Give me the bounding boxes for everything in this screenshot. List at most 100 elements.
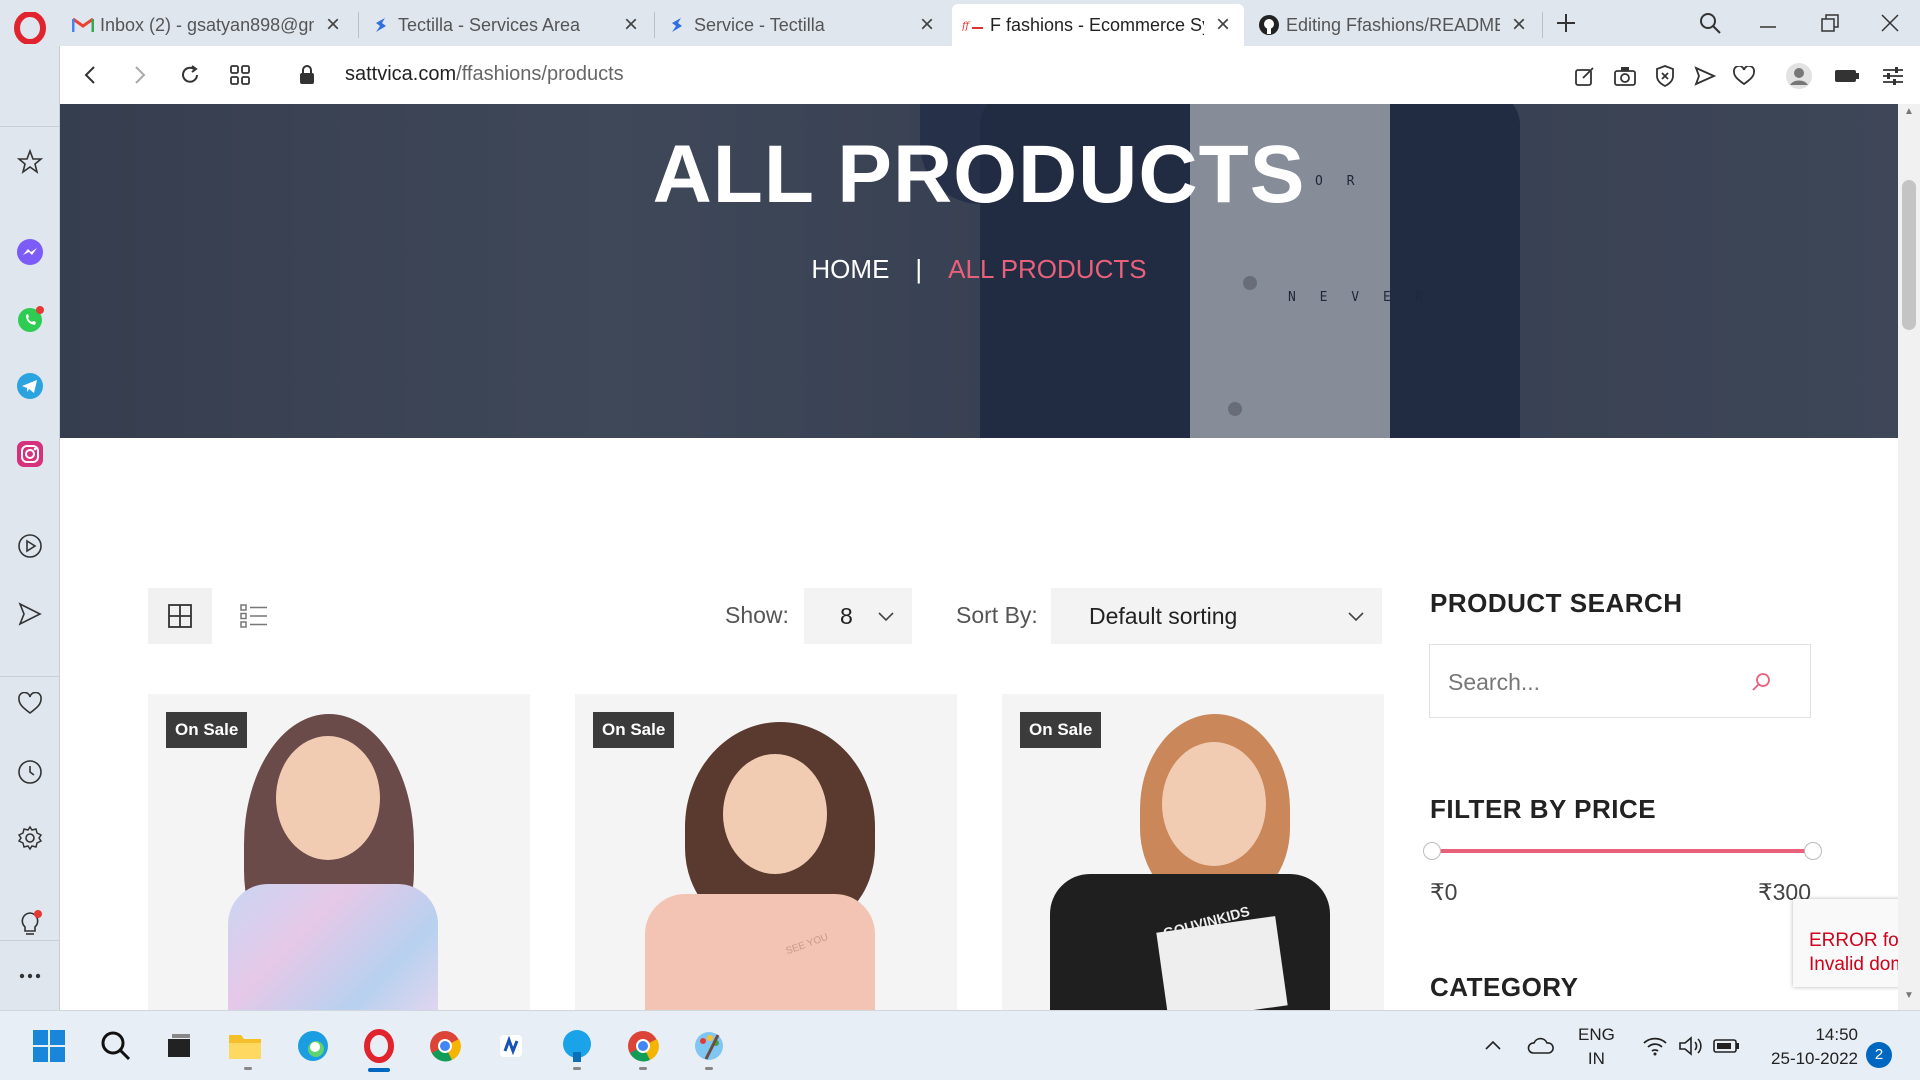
windows-start-icon[interactable] bbox=[28, 1025, 70, 1067]
list-view-button[interactable] bbox=[226, 588, 282, 644]
reload-icon[interactable] bbox=[175, 60, 205, 90]
tips-lightbulb-icon[interactable] bbox=[12, 906, 48, 942]
easy-setup-edit-icon[interactable] bbox=[1570, 61, 1600, 91]
player-icon[interactable] bbox=[12, 528, 48, 564]
product-card[interactable]: GOUVINKIDS On Sale bbox=[1002, 694, 1384, 1010]
product-card[interactable]: SEE YOU On Sale bbox=[575, 694, 957, 1010]
windows-taskbar: ENG IN 14:50 25-10-2022 2 bbox=[0, 1010, 1920, 1080]
tab-title: Tectilla - Services Area bbox=[398, 14, 581, 35]
camera-icon[interactable] bbox=[1610, 61, 1640, 91]
bookmarks-heart-icon[interactable] bbox=[12, 686, 48, 722]
tab-gmail[interactable]: Inbox (2) - gsatyan898@gmail.com - Gmail… bbox=[62, 4, 354, 46]
tab-snapshot-grid-icon[interactable] bbox=[225, 60, 255, 90]
battery-icon[interactable] bbox=[1706, 1025, 1748, 1067]
product-search-input[interactable]: Search... bbox=[1429, 644, 1811, 718]
language-indicator[interactable]: ENG IN bbox=[1578, 1023, 1615, 1071]
page-scrollbar[interactable]: ▲ ▼ bbox=[1898, 104, 1920, 1010]
product-image-sweater bbox=[645, 894, 875, 1010]
grid-view-button[interactable] bbox=[148, 588, 212, 644]
search-tabs-icon[interactable] bbox=[1692, 8, 1728, 38]
scroll-up-arrow-icon[interactable]: ▲ bbox=[1898, 106, 1920, 124]
tab-bar: Inbox (2) - gsatyan898@gmail.com - Gmail… bbox=[0, 0, 1920, 46]
close-icon[interactable]: × bbox=[322, 13, 344, 37]
window-close-icon[interactable] bbox=[1872, 8, 1908, 38]
ffashions-icon: ff bbox=[962, 14, 984, 36]
page-title: ALL PRODUCTS bbox=[652, 129, 1306, 220]
my-flow-send-icon[interactable] bbox=[12, 596, 48, 632]
close-icon[interactable]: × bbox=[1508, 13, 1530, 37]
sidebar-divider bbox=[0, 676, 60, 677]
shield-adblock-icon[interactable] bbox=[1650, 61, 1680, 91]
on-sale-badge: On Sale bbox=[593, 712, 675, 748]
cloud-app-icon[interactable] bbox=[556, 1025, 598, 1067]
chrome-icon[interactable] bbox=[424, 1025, 466, 1067]
chevron-down-icon bbox=[878, 612, 894, 622]
product-search-title: PRODUCT SEARCH bbox=[1430, 588, 1683, 618]
telegram-icon[interactable] bbox=[12, 368, 48, 404]
sort-select[interactable]: Default sorting bbox=[1051, 588, 1382, 644]
show-count-value: 8 bbox=[840, 602, 853, 629]
search-icon[interactable] bbox=[95, 1025, 137, 1067]
tab-github-readme[interactable]: Editing Ffashions/README.md × bbox=[1248, 4, 1540, 46]
opera-menu-icon[interactable] bbox=[14, 11, 46, 45]
notification-count-badge[interactable]: 2 bbox=[1866, 1042, 1892, 1068]
task-view-icon[interactable] bbox=[158, 1025, 200, 1067]
tab-title: Inbox (2) - gsatyan898@gmail.com - Gmail bbox=[100, 14, 314, 35]
tab-divider bbox=[654, 12, 655, 38]
file-explorer-icon[interactable] bbox=[224, 1025, 266, 1067]
price-range-track[interactable] bbox=[1430, 849, 1812, 853]
breadcrumb-home-link[interactable]: HOME bbox=[811, 254, 889, 284]
back-arrow-icon[interactable] bbox=[76, 60, 106, 90]
close-icon[interactable]: × bbox=[620, 13, 642, 37]
lock-icon[interactable] bbox=[292, 60, 322, 90]
battery-saver-icon[interactable] bbox=[1832, 61, 1862, 91]
easy-setup-sliders-icon[interactable] bbox=[1878, 61, 1908, 91]
paint-palette-icon[interactable] bbox=[688, 1025, 730, 1067]
more-dots-icon[interactable] bbox=[12, 958, 48, 994]
tab-title: Editing Ffashions/README.md bbox=[1286, 14, 1500, 35]
price-max-handle[interactable] bbox=[1804, 842, 1822, 860]
tab-tectilla-services[interactable]: Tectilla - Services Area × bbox=[360, 4, 652, 46]
tab-service-tectilla[interactable]: Service - Tectilla × bbox=[656, 4, 948, 46]
scroll-down-arrow-icon[interactable]: ▼ bbox=[1898, 990, 1920, 1008]
search-icon[interactable] bbox=[1750, 671, 1772, 693]
show-count-select[interactable]: 8 bbox=[804, 588, 912, 644]
url-field[interactable]: sattvica.com/ffashions/products bbox=[345, 63, 624, 86]
close-icon[interactable]: × bbox=[1212, 13, 1234, 37]
profile-avatar-icon[interactable] bbox=[1784, 61, 1814, 91]
recaptcha-error-badge[interactable]: ERROR for site owner: Invalid domain for… bbox=[1793, 899, 1903, 987]
new-tab-plus-icon[interactable] bbox=[1548, 8, 1584, 38]
product-image-dress bbox=[228, 884, 438, 1010]
chrome-icon[interactable] bbox=[622, 1025, 664, 1067]
scrollbar-thumb[interactable] bbox=[1902, 180, 1916, 330]
tectilla-icon bbox=[666, 14, 688, 36]
instagram-icon[interactable] bbox=[12, 436, 48, 472]
on-sale-badge: On Sale bbox=[1020, 712, 1102, 748]
system-clock[interactable]: 14:50 25-10-2022 bbox=[1758, 1023, 1858, 1071]
running-indicator bbox=[244, 1067, 252, 1070]
tab-ffashions[interactable]: ff F fashions - Ecommerce System × bbox=[952, 4, 1244, 46]
app-launcher-icon[interactable] bbox=[490, 1025, 532, 1067]
onedrive-cloud-icon[interactable] bbox=[1520, 1025, 1562, 1067]
url-path: /ffashions/products bbox=[456, 63, 624, 85]
opera-sidebar bbox=[0, 46, 60, 1010]
whatsapp-icon[interactable] bbox=[12, 302, 48, 338]
settings-gear-icon[interactable] bbox=[12, 820, 48, 856]
messenger-icon[interactable] bbox=[12, 234, 48, 270]
send-icon[interactable] bbox=[1690, 61, 1720, 91]
heart-bookmark-icon[interactable] bbox=[1729, 61, 1759, 91]
close-icon[interactable]: × bbox=[916, 13, 938, 37]
list-view-icon bbox=[240, 604, 267, 628]
recaptcha-error-line: ERROR for site owner: bbox=[1809, 930, 1903, 951]
speed-dial-star-icon[interactable] bbox=[12, 144, 48, 180]
minimize-icon[interactable] bbox=[1750, 8, 1786, 38]
price-min-handle[interactable] bbox=[1423, 842, 1441, 860]
history-clock-icon[interactable] bbox=[12, 754, 48, 790]
sort-value: Default sorting bbox=[1089, 602, 1238, 629]
forward-arrow-icon[interactable] bbox=[124, 60, 154, 90]
restore-icon[interactable] bbox=[1812, 8, 1848, 38]
opera-taskbar-icon[interactable] bbox=[358, 1025, 400, 1067]
edge-icon[interactable] bbox=[292, 1025, 334, 1067]
product-card[interactable]: On Sale bbox=[148, 694, 530, 1010]
chevron-up-icon[interactable] bbox=[1472, 1025, 1514, 1067]
